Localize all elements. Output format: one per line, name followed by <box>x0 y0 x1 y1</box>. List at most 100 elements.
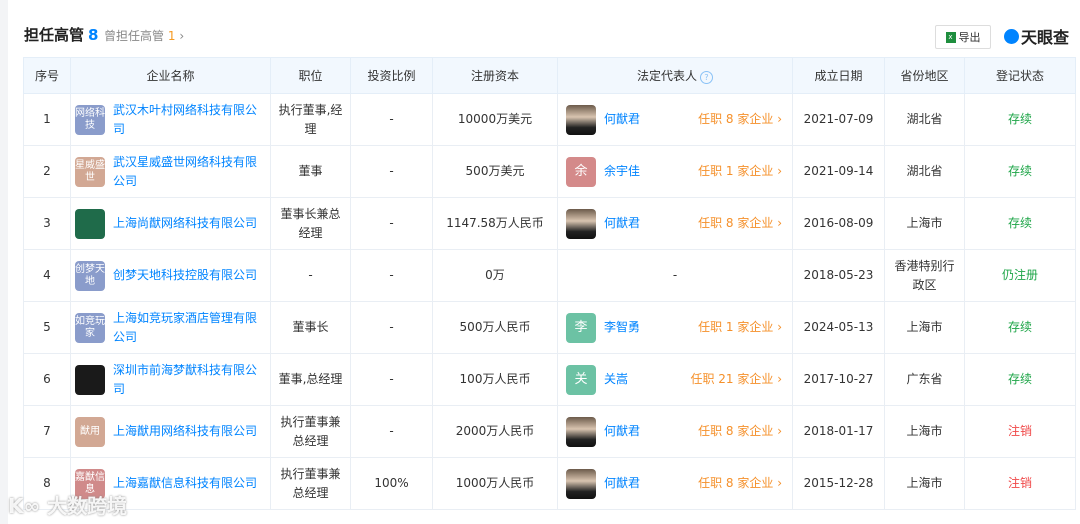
chevron-right-icon: › <box>777 164 782 178</box>
rep-name-link[interactable]: 何猷君 <box>604 474 664 493</box>
position: 执行董事兼总经理 <box>270 405 351 458</box>
name-avatar[interactable]: 余 <box>566 156 596 187</box>
status-badge: 仍注册 <box>964 249 1076 302</box>
region: 上海市 <box>884 197 965 250</box>
rep-name-link[interactable]: 关嵩 <box>604 370 664 389</box>
company-logo: 如竞玩家 <box>75 312 105 343</box>
company-link[interactable]: 武汉木叶村网络科技有限公司 <box>113 101 266 139</box>
investment-ratio: - <box>350 249 433 302</box>
past-count: 1 <box>167 29 176 43</box>
row-number: 5 <box>23 301 71 354</box>
column-header-label: 成立日期 <box>814 69 863 83</box>
position: 董事 <box>270 145 351 198</box>
investment-ratio: - <box>350 301 433 354</box>
company-logo <box>75 208 105 239</box>
rep-jobs-link[interactable]: 任职 21 家企业 › <box>690 370 788 389</box>
rep-jobs-text: 任职 1 家企业 <box>698 164 774 178</box>
rep-jobs-link[interactable]: 任职 1 家企业 › <box>698 162 788 181</box>
investment-ratio: - <box>350 405 433 458</box>
registered-capital: 500万美元 <box>432 145 558 198</box>
watermark-text: 大数跨境 <box>47 494 128 518</box>
name-avatar[interactable]: 李 <box>566 312 596 343</box>
investment-ratio: - <box>350 93 433 146</box>
rep-jobs-text: 任职 21 家企业 <box>690 372 774 386</box>
rep-jobs-link[interactable]: 任职 1 家企业 › <box>698 318 788 337</box>
rep-jobs-text: 任职 8 家企业 <box>698 112 774 126</box>
company-link[interactable]: 深圳市前海梦猷科技有限公司 <box>113 361 266 399</box>
table-row: 2 星威盛世 武汉星威盛世网络科技有限公司 董事 - 500万美元 余余宇佳 任职 … <box>23 145 1076 198</box>
column-header: 成立日期 <box>792 57 885 94</box>
company-logo <box>75 364 105 395</box>
region: 香港特别行政区 <box>884 249 965 302</box>
position: 董事,总经理 <box>270 353 351 406</box>
region: 上海市 <box>884 405 965 458</box>
column-header: 投资比例 <box>350 57 433 94</box>
column-header-label: 注册资本 <box>470 69 519 83</box>
help-icon[interactable]: ? <box>700 71 713 84</box>
rep-name: - <box>672 268 678 282</box>
established-date: 2015-12-28 <box>792 457 885 510</box>
column-header: 企业名称 <box>70 57 271 94</box>
established-date: 2016-08-09 <box>792 197 885 250</box>
row-number: 1 <box>23 93 71 146</box>
rep-name-link[interactable]: 何猷君 <box>604 214 664 233</box>
rep-jobs-link[interactable]: 任职 8 家企业 › <box>698 110 788 129</box>
column-header: 职位 <box>270 57 351 94</box>
rep-jobs-link[interactable]: 任职 8 家企业 › <box>698 214 788 233</box>
column-header-label: 企业名称 <box>146 69 195 83</box>
rep-name-link[interactable]: 李智勇 <box>604 318 664 337</box>
rep-jobs-link[interactable]: 任职 8 家企业 › <box>698 422 788 441</box>
company-link[interactable]: 上海尚猷网络科技有限公司 <box>113 214 257 233</box>
position: - <box>270 249 351 302</box>
person-photo-avatar[interactable] <box>566 416 596 447</box>
investment-ratio: 100% <box>350 457 433 510</box>
chevron-right-icon: › <box>777 320 782 334</box>
company-link[interactable]: 上海如竞玩家酒店管理有限公司 <box>113 309 266 347</box>
rep-name-link[interactable]: 余宇佳 <box>604 162 664 181</box>
person-photo-avatar[interactable] <box>566 104 596 135</box>
executive-table: 序号 企业名称 职位 投资比例 注册资本 法定代表人? 成立日期 省份地区 登记状态 1 网络科… <box>23 57 1076 510</box>
region: 湖北省 <box>884 93 965 146</box>
rep-jobs-text: 任职 8 家企业 <box>698 216 774 230</box>
brand-name: 天眼查 <box>1021 28 1070 47</box>
established-date: 2017-10-27 <box>792 353 885 406</box>
table-row: 8 嘉猷信息 上海嘉猷信息科技有限公司 执行董事兼总经理 100% 1000万人民… <box>23 457 1076 510</box>
name-avatar[interactable]: 关 <box>566 364 596 395</box>
registered-capital: 10000万美元 <box>432 93 558 146</box>
person-photo-avatar[interactable] <box>566 468 596 499</box>
past-executive-link[interactable]: 曾担任高管 1 › <box>104 27 184 44</box>
status-badge: 注销 <box>964 457 1076 510</box>
rep-jobs-text: 任职 1 家企业 <box>698 320 774 334</box>
column-header-label: 序号 <box>34 69 59 83</box>
position: 董事长 <box>270 301 351 354</box>
investment-ratio: - <box>350 145 433 198</box>
rep-jobs-link[interactable]: 任职 8 家企业 › <box>698 474 788 493</box>
past-label: 曾担任高管 <box>104 29 165 43</box>
company-link[interactable]: 创梦天地科技控股有限公司 <box>113 266 257 285</box>
column-header-label: 登记状态 <box>995 69 1044 83</box>
region: 湖北省 <box>884 145 965 198</box>
established-date: 2021-09-14 <box>792 145 885 198</box>
investment-ratio: - <box>350 353 433 406</box>
company-link[interactable]: 上海嘉猷信息科技有限公司 <box>113 474 257 493</box>
person-photo-avatar[interactable] <box>566 208 596 239</box>
registered-capital: 2000万人民币 <box>432 405 558 458</box>
chevron-right-icon: › <box>777 216 782 230</box>
company-link[interactable]: 上海猷用网络科技有限公司 <box>113 422 257 441</box>
row-number: 4 <box>23 249 71 302</box>
row-number: 3 <box>23 197 71 250</box>
established-date: 2021-07-09 <box>792 93 885 146</box>
rep-name-link[interactable]: 何猷君 <box>604 110 664 129</box>
row-number: 2 <box>23 145 71 198</box>
table-row: 4 创梦天地 创梦天地科技控股有限公司 - - 0万 - 2018-05-23 香… <box>23 249 1076 302</box>
registered-capital: 1147.58万人民币 <box>432 197 558 250</box>
export-button[interactable]: x 导出 <box>935 25 991 49</box>
company-link[interactable]: 武汉星威盛世网络科技有限公司 <box>113 153 266 191</box>
excel-icon: x <box>945 31 956 43</box>
rep-name-link[interactable]: 何猷君 <box>604 422 664 441</box>
table-row: 7 猷用 上海猷用网络科技有限公司 执行董事兼总经理 - 2000万人民币 何猷君… <box>23 405 1076 458</box>
column-header-label: 职位 <box>298 69 323 83</box>
column-header-label: 投资比例 <box>367 69 416 83</box>
investment-ratio: - <box>350 197 433 250</box>
section-title: 担任高管 8 <box>24 24 98 45</box>
